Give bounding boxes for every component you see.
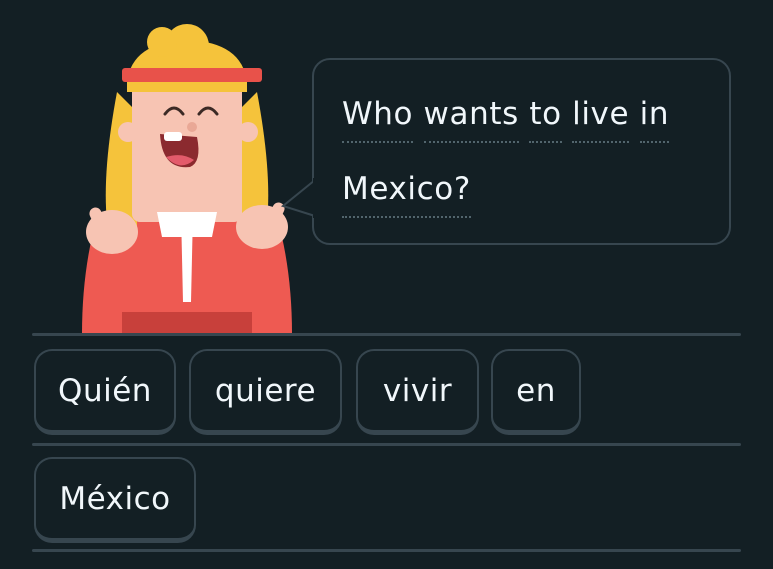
character-illustration-icon <box>82 24 292 334</box>
prompt-word[interactable]: wants <box>423 96 519 143</box>
prompt-word[interactable]: to <box>529 96 562 143</box>
word-tile-mexico[interactable]: México <box>34 457 196 543</box>
prompt-word[interactable]: Who <box>342 96 414 143</box>
speech-bubble-tail-icon <box>280 178 316 218</box>
answer-line-divider <box>32 443 741 446</box>
prompt-word[interactable]: in <box>639 96 670 143</box>
answer-line-divider <box>32 333 741 336</box>
prompt-line-2: Mexico? <box>342 171 471 218</box>
prompt-word[interactable]: live <box>572 96 630 143</box>
answer-line-divider <box>32 549 741 552</box>
word-tile-vivir[interactable]: vivir <box>356 349 479 435</box>
word-tile-en[interactable]: en <box>491 349 581 435</box>
prompt-word[interactable]: Mexico? <box>342 171 471 218</box>
word-tile-quien[interactable]: Quién <box>34 349 176 435</box>
prompt-line-1: Who wants to live in <box>342 96 670 143</box>
word-tile-quiere[interactable]: quiere <box>189 349 342 435</box>
